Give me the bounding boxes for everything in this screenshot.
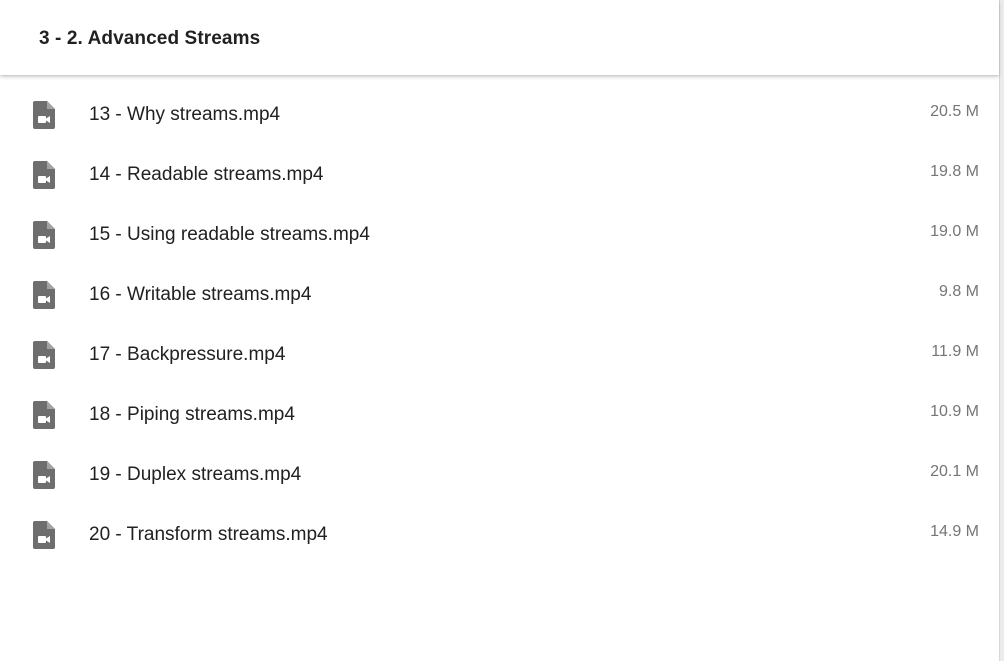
folder-panel: 3 - 2. Advanced Streams 13 - Why streams… [0, 0, 999, 661]
video-file-icon [33, 401, 55, 429]
file-row[interactable]: 18 - Piping streams.mp4 10.9 M [0, 385, 999, 445]
file-row[interactable]: 13 - Why streams.mp4 20.5 M [0, 85, 999, 145]
file-size: 10.9 M [930, 403, 979, 420]
video-file-icon [33, 221, 55, 249]
file-size: 9.8 M [938, 283, 979, 300]
file-row[interactable]: 14 - Readable streams.mp4 19.8 M [0, 145, 999, 205]
video-file-icon [33, 101, 55, 129]
file-row[interactable]: 20 - Transform streams.mp4 14.9 M [0, 505, 999, 565]
file-size: 19.8 M [930, 163, 979, 180]
file-size: 11.9 M [931, 343, 979, 360]
file-name: 17 - Backpressure.mp4 [89, 344, 286, 365]
file-name: 18 - Piping streams.mp4 [89, 404, 295, 425]
file-name: 16 - Writable streams.mp4 [89, 284, 312, 305]
video-file-icon [33, 521, 55, 549]
file-row[interactable]: 17 - Backpressure.mp4 11.9 M [0, 325, 999, 385]
file-list: 13 - Why streams.mp4 20.5 M 14 - Readabl… [0, 85, 999, 565]
file-size: 20.5 M [930, 103, 979, 120]
folder-header: 3 - 2. Advanced Streams [0, 0, 999, 75]
video-file-icon [33, 281, 55, 309]
file-size: 20.1 M [930, 463, 979, 480]
video-file-icon [33, 161, 55, 189]
file-name: 13 - Why streams.mp4 [89, 104, 281, 125]
scrollbar-track[interactable] [999, 0, 1004, 661]
file-name: 14 - Readable streams.mp4 [89, 164, 324, 185]
folder-title: 3 - 2. Advanced Streams [39, 28, 261, 49]
file-row[interactable]: 19 - Duplex streams.mp4 20.1 M [0, 445, 999, 505]
video-file-icon [33, 341, 55, 369]
file-size: 14.9 M [930, 523, 979, 540]
file-row[interactable]: 15 - Using readable streams.mp4 19.0 M [0, 205, 999, 265]
file-name: 19 - Duplex streams.mp4 [89, 464, 302, 485]
video-file-icon [33, 461, 55, 489]
file-size: 19.0 M [930, 223, 979, 240]
file-name: 20 - Transform streams.mp4 [89, 524, 328, 545]
file-row[interactable]: 16 - Writable streams.mp4 9.8 M [0, 265, 999, 325]
file-name: 15 - Using readable streams.mp4 [89, 224, 370, 245]
